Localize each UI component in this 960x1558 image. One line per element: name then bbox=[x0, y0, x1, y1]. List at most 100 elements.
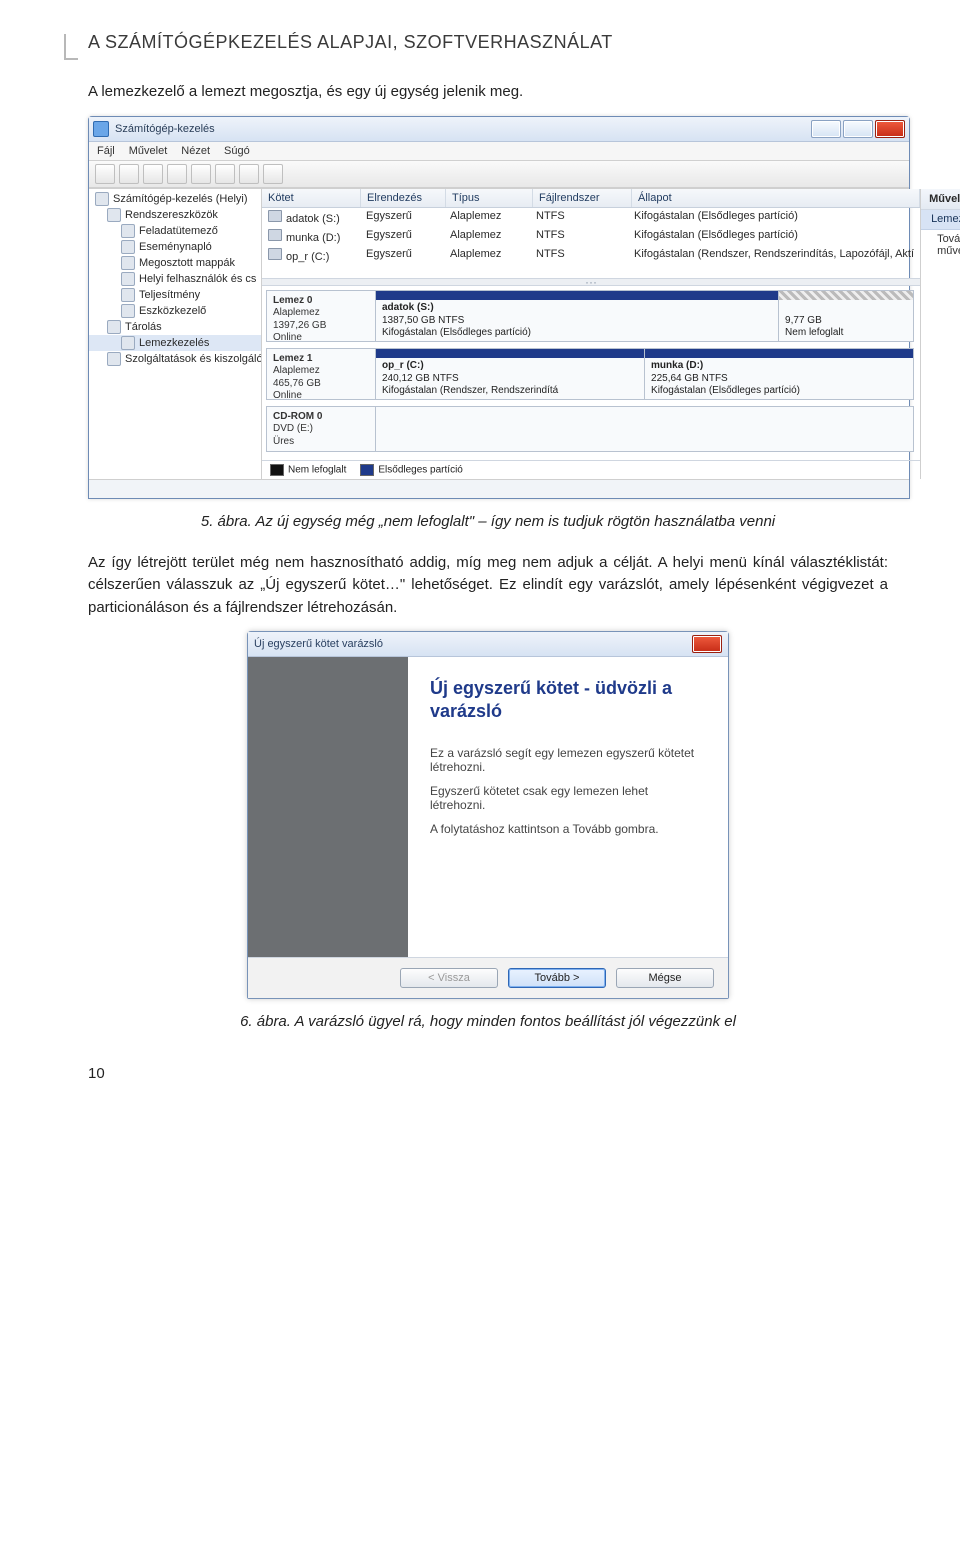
toolbar-forward-icon[interactable] bbox=[119, 164, 139, 184]
tree-node[interactable]: Eseménynapló bbox=[89, 239, 261, 255]
tree-node-disk-management[interactable]: Lemezkezelés bbox=[89, 335, 261, 351]
partition-strip-icon bbox=[376, 291, 778, 301]
partition[interactable]: op_r (C:) 240,12 GB NTFS Kifogástalan (R… bbox=[376, 349, 644, 399]
partition-status: Kifogástalan (Elsődleges partíció) bbox=[651, 385, 800, 396]
tree-node[interactable]: Eszközkezelő bbox=[89, 303, 261, 319]
cell: Alaplemez bbox=[444, 228, 530, 245]
cell: NTFS bbox=[530, 209, 628, 226]
disk-title: CD-ROM 0 bbox=[273, 411, 322, 422]
volume-row[interactable]: adatok (S:) Egyszerű Alaplemez NTFS Kifo… bbox=[262, 208, 920, 227]
mmc-title: Számítógép-kezelés bbox=[115, 123, 809, 135]
cell: Kifogástalan (Rendszer, Rendszerindítás,… bbox=[628, 247, 920, 264]
mmc-app-icon bbox=[93, 121, 109, 137]
volume-header-row: Kötet Elrendezés Típus Fájlrendszer Álla… bbox=[262, 189, 920, 208]
col-layout[interactable]: Elrendezés bbox=[361, 189, 446, 207]
partition-status: Kifogástalan (Elsődleges partíció) bbox=[382, 327, 531, 338]
cell: NTFS bbox=[530, 247, 628, 264]
tree-icon bbox=[95, 192, 109, 206]
menu-help[interactable]: Súgó bbox=[224, 145, 250, 157]
menu-view[interactable]: Nézet bbox=[181, 145, 210, 157]
tree-node[interactable]: Tárolás bbox=[89, 319, 261, 335]
tree-node[interactable]: Rendszereszközök bbox=[89, 207, 261, 223]
mmc-tree: Számítógép-kezelés (Helyi) Rendszereszkö… bbox=[89, 189, 262, 479]
disk-block[interactable]: Lemez 0 Alaplemez 1397,26 GB Online adat… bbox=[266, 290, 914, 342]
wizard-heading: Új egyszerű kötet - üdvözli a varázsló bbox=[430, 677, 706, 724]
tree-node[interactable]: Szolgáltatások és kiszolgáló bbox=[89, 351, 261, 367]
menu-action[interactable]: Művelet bbox=[129, 145, 168, 157]
splitter[interactable] bbox=[262, 278, 920, 286]
disk-line: Alaplemez bbox=[273, 307, 320, 318]
disk-line: Online bbox=[273, 332, 302, 343]
cell: Kifogástalan (Elsődleges partíció) bbox=[628, 228, 920, 245]
legend-swatch-primary-icon bbox=[360, 464, 374, 476]
toolbar-btn-icon[interactable] bbox=[167, 164, 187, 184]
tree-icon bbox=[121, 272, 135, 286]
wizard-cancel-button[interactable]: Mégse bbox=[616, 968, 714, 988]
header-rule bbox=[64, 34, 78, 60]
menu-file[interactable]: Fájl bbox=[97, 145, 115, 157]
partition-size: 9,77 GB bbox=[785, 315, 822, 326]
disk-area: Lemez 0 Alaplemez 1397,26 GB Online adat… bbox=[262, 286, 920, 460]
partition-strip-icon bbox=[779, 291, 913, 301]
legend: Nem lefoglalt Elsődleges partíció bbox=[262, 460, 920, 479]
col-type[interactable]: Típus bbox=[446, 189, 533, 207]
actions-more[interactable]: További műveletek ▸ bbox=[921, 230, 960, 260]
maximize-button[interactable] bbox=[843, 120, 873, 138]
tree-icon bbox=[121, 336, 135, 350]
toolbar-btn-icon[interactable] bbox=[143, 164, 163, 184]
close-button[interactable] bbox=[875, 120, 905, 138]
wizard-titlebar: Új egyszerű kötet varázsló bbox=[248, 632, 728, 657]
legend-label: Elsődleges partíció bbox=[378, 464, 463, 475]
disk-line: 1397,26 GB bbox=[273, 320, 326, 331]
disk-line: Alaplemez bbox=[273, 365, 320, 376]
partition-unallocated[interactable]: 9,77 GB Nem lefoglalt bbox=[778, 291, 913, 341]
toolbar-btn-icon[interactable] bbox=[191, 164, 211, 184]
tree-node[interactable]: Helyi felhasználók és cs bbox=[89, 271, 261, 287]
mmc-menubar: Fájl Művelet Nézet Súgó bbox=[89, 142, 909, 161]
wizard-window: Új egyszerű kötet varázsló Új egyszerű k… bbox=[247, 631, 729, 999]
partition[interactable]: adatok (S:) 1387,50 GB NTFS Kifogástalan… bbox=[376, 291, 778, 341]
actions-selected[interactable]: Lemezkezelés ▴ bbox=[921, 210, 960, 230]
toolbar-back-icon[interactable] bbox=[95, 164, 115, 184]
wizard-footer: < Vissza Tovább > Mégse bbox=[248, 957, 728, 998]
tree-node[interactable]: Teljesítmény bbox=[89, 287, 261, 303]
tree-node[interactable]: Számítógép-kezelés (Helyi) bbox=[89, 191, 261, 207]
tree-node[interactable]: Megosztott mappák bbox=[89, 255, 261, 271]
drive-icon bbox=[268, 210, 282, 222]
volume-list: adatok (S:) Egyszerű Alaplemez NTFS Kifo… bbox=[262, 208, 920, 278]
wizard-close-button[interactable] bbox=[692, 635, 722, 653]
mmc-toolbar bbox=[89, 161, 909, 188]
volume-row[interactable]: munka (D:) Egyszerű Alaplemez NTFS Kifog… bbox=[262, 227, 920, 246]
col-filesystem[interactable]: Fájlrendszer bbox=[533, 189, 632, 207]
volume-row[interactable]: op_r (C:) Egyszerű Alaplemez NTFS Kifogá… bbox=[262, 246, 920, 265]
minimize-button[interactable] bbox=[811, 120, 841, 138]
partition-strip-icon bbox=[376, 349, 644, 359]
col-status[interactable]: Állapot bbox=[632, 189, 920, 207]
tree-node[interactable]: Feladatütemező bbox=[89, 223, 261, 239]
wizard-back-button[interactable]: < Vissza bbox=[400, 968, 498, 988]
document-header: A SZÁMÍTÓGÉPKEZELÉS ALAPJAI, SZOFTVERHAS… bbox=[88, 32, 888, 53]
tree-label: Lemezkezelés bbox=[139, 337, 209, 349]
col-volume[interactable]: Kötet bbox=[262, 189, 361, 207]
wizard-title: Új egyszerű kötet varázsló bbox=[254, 638, 690, 650]
cell: Egyszerű bbox=[360, 247, 444, 264]
wizard-text: A folytatáshoz kattintson a Tovább gombr… bbox=[430, 822, 706, 836]
cell: adatok (S:) bbox=[286, 213, 340, 225]
intro-paragraph: A lemezkezelő a lemezt megosztja, és egy… bbox=[88, 81, 888, 104]
tree-label: Eszközkezelő bbox=[139, 305, 206, 317]
toolbar-btn-icon[interactable] bbox=[215, 164, 235, 184]
disk-block[interactable]: Lemez 1 Alaplemez 465,76 GB Online op_r … bbox=[266, 348, 914, 400]
toolbar-btn-icon[interactable] bbox=[263, 164, 283, 184]
wizard-next-button[interactable]: Tovább > bbox=[508, 968, 606, 988]
tree-label: Megosztott mappák bbox=[139, 257, 235, 269]
drive-icon bbox=[268, 248, 282, 260]
page-number: 10 bbox=[88, 1065, 105, 1082]
tree-label: Eseménynapló bbox=[139, 241, 212, 253]
tree-icon bbox=[121, 256, 135, 270]
tree-label: Feladatütemező bbox=[139, 225, 218, 237]
toolbar-btn-icon[interactable] bbox=[239, 164, 259, 184]
disk-block-cdrom[interactable]: CD-ROM 0 DVD (E:) Üres bbox=[266, 406, 914, 452]
tree-label: Szolgáltatások és kiszolgáló bbox=[125, 353, 261, 365]
partition[interactable]: munka (D:) 225,64 GB NTFS Kifogástalan (… bbox=[644, 349, 913, 399]
tree-icon bbox=[121, 224, 135, 238]
